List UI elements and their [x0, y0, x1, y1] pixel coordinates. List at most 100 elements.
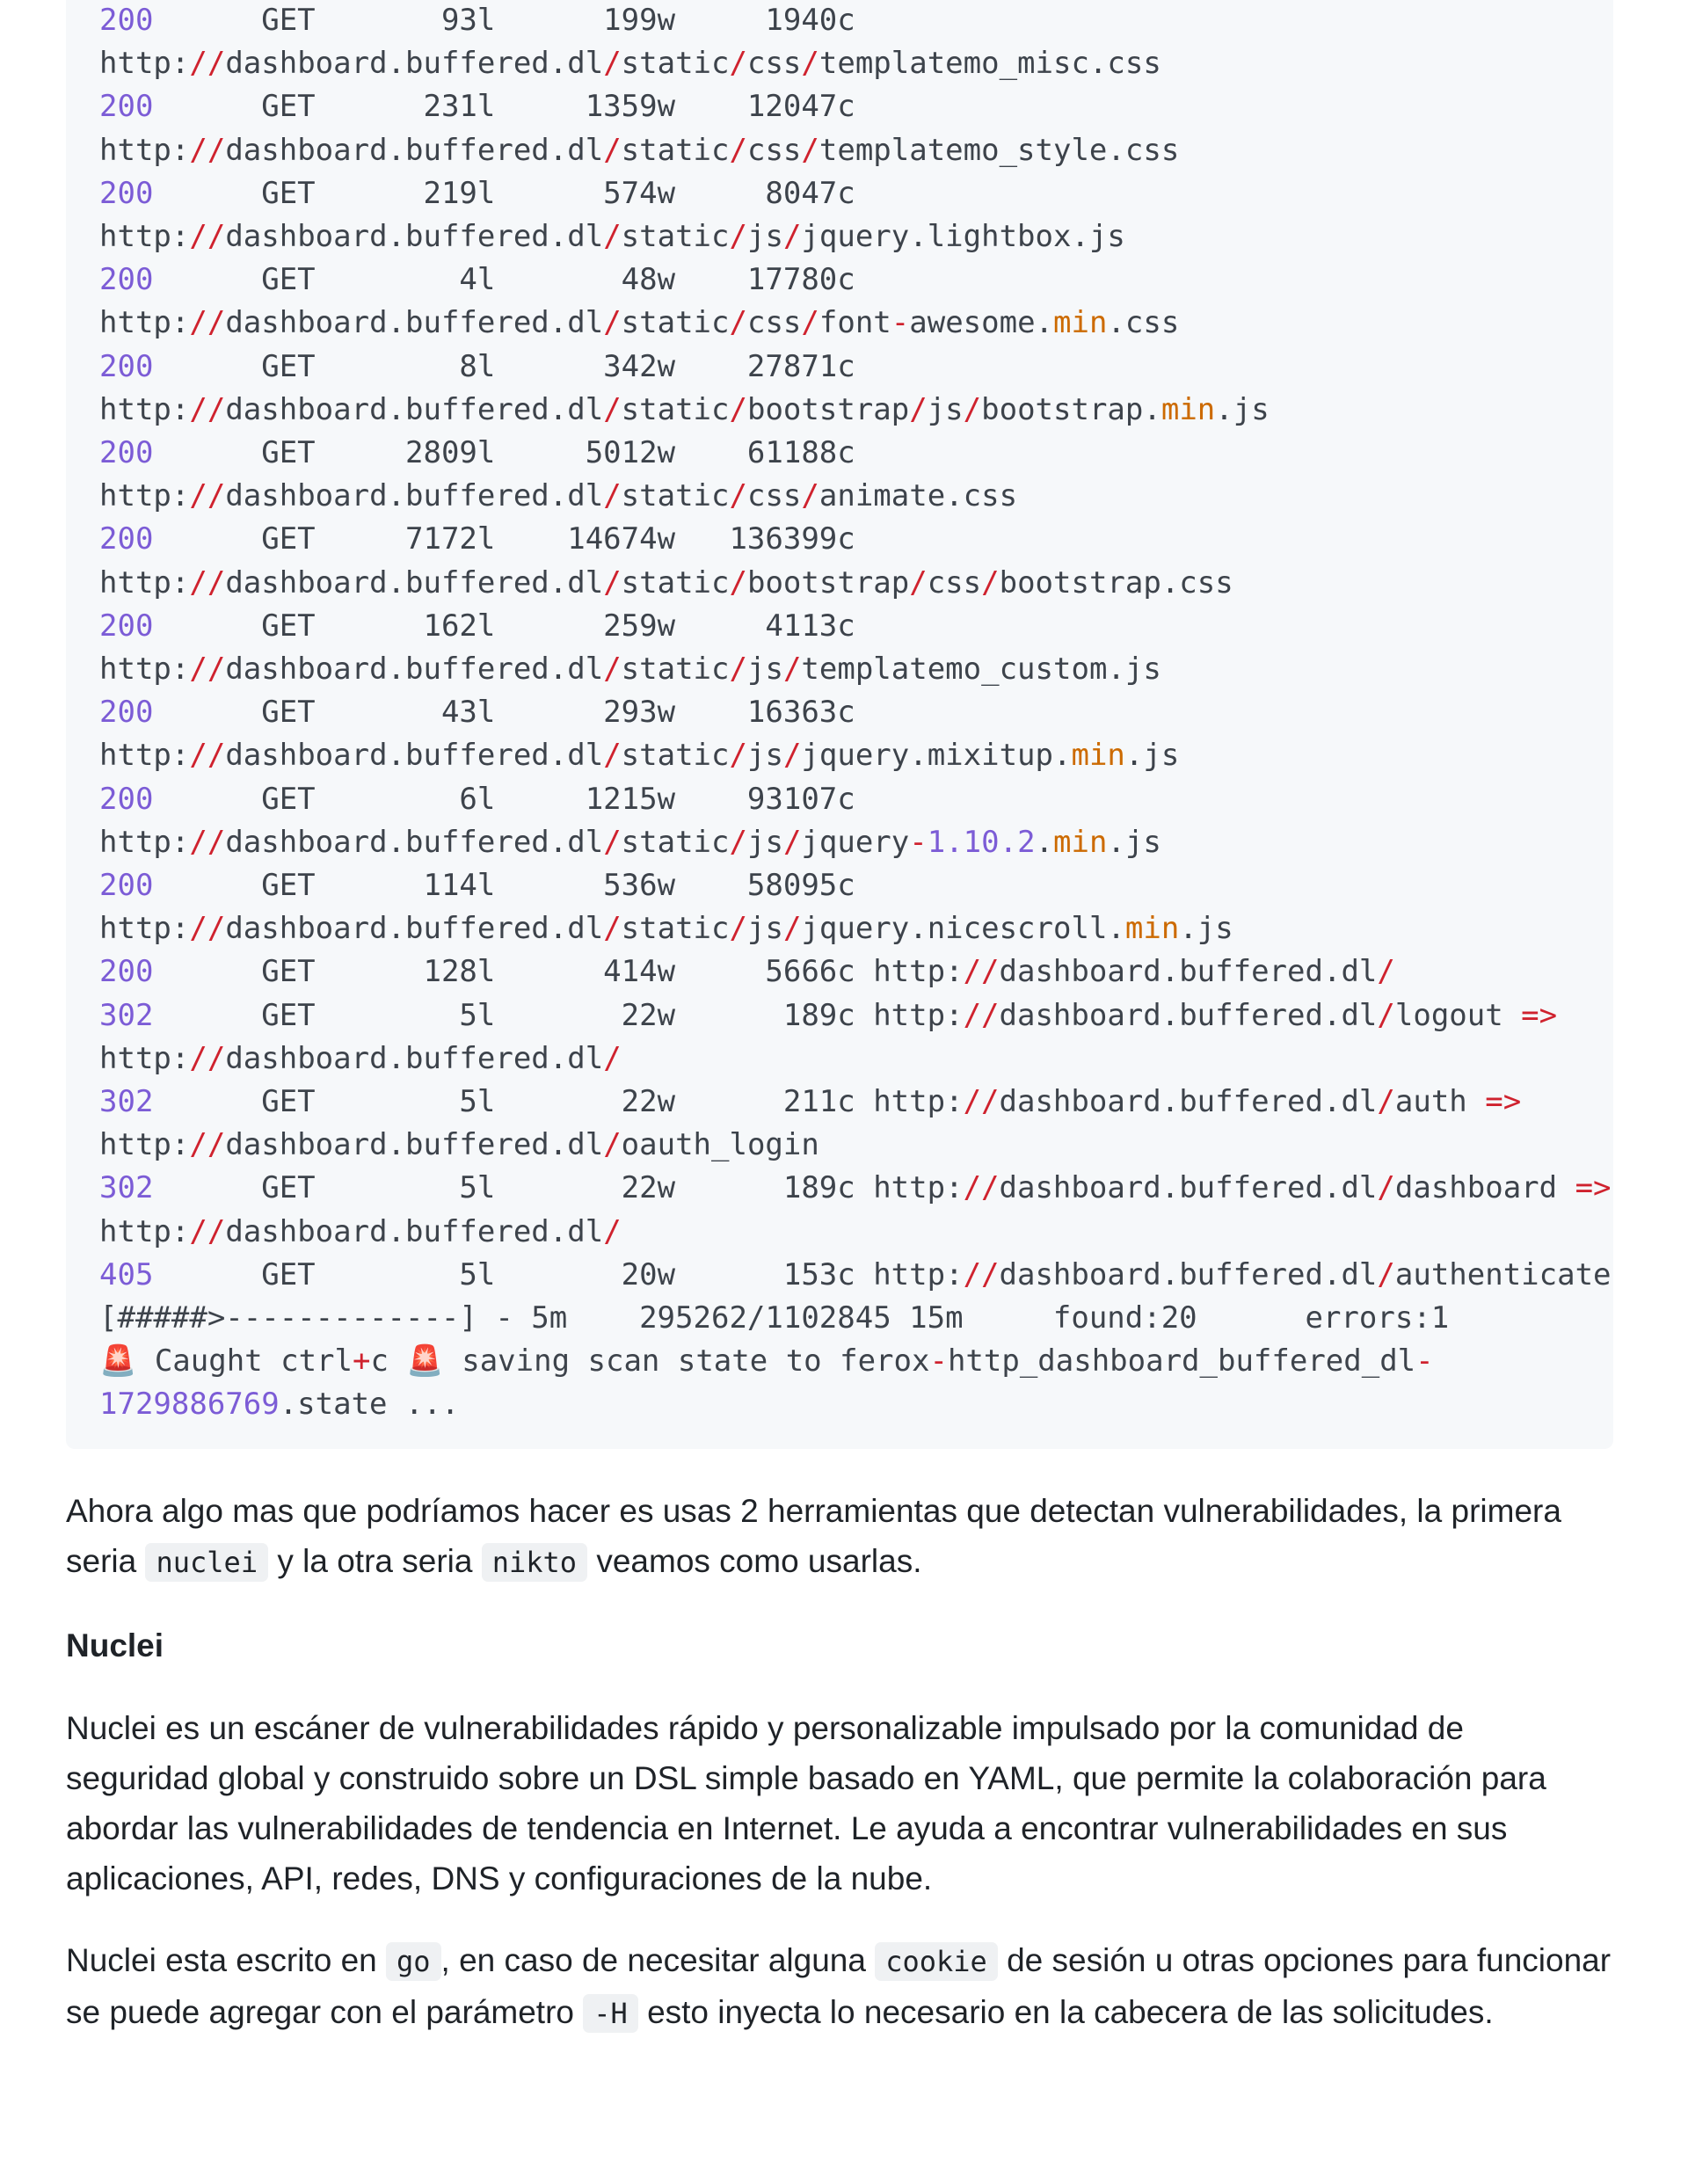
- terminal-token: 200: [99, 175, 154, 211]
- terminal-token: dashboard.buffered.dl: [225, 738, 604, 774]
- terminal-token: //: [189, 824, 226, 860]
- terminal-line: http://dashboard.buffered.dl/static/boot…: [99, 392, 1270, 427]
- terminal-token: =>: [1575, 1170, 1612, 1206]
- terminal-token: dashboard.buffered.dl: [225, 219, 604, 254]
- terminal-token: /: [909, 391, 928, 427]
- terminal-token: GET 5l 22w 189c http:: [153, 1170, 964, 1206]
- terminal-token: dashboard.buffered.dl: [225, 652, 604, 687]
- terminal-token: .state ...: [279, 1387, 460, 1423]
- terminal-token: //: [189, 391, 226, 427]
- inline-code-go: go: [386, 1942, 441, 1981]
- terminal-token: .js: [1124, 738, 1180, 774]
- terminal-line: 302 GET 5l 22w 189c http://dashboard.buf…: [99, 998, 1557, 1033]
- terminal-token: .css: [1107, 305, 1180, 341]
- terminal-token: font: [819, 305, 891, 341]
- terminal-token: dashboard.buffered.dl: [225, 1040, 604, 1076]
- terminal-line: http://dashboard.buffered.dl/static/js/t…: [99, 652, 1161, 687]
- terminal-token: GET 2809l 5012w 61188c: [153, 435, 855, 470]
- terminal-token: GET 128l 414w 5666c http:: [153, 954, 964, 990]
- terminal-line: [#####>-------------] - 5m 295262/110284…: [99, 1300, 1449, 1336]
- terminal-line: 405 GET 5l 20w 153c http://dashboard.buf…: [99, 1257, 1612, 1292]
- terminal-line: http://dashboard.buffered.dl/static/css/…: [99, 46, 1161, 81]
- terminal-token: /: [603, 478, 622, 514]
- terminal-token: =>: [1485, 1084, 1522, 1119]
- terminal-token: authenticate: [1394, 1256, 1612, 1292]
- terminal-token: bootstrap: [746, 391, 910, 427]
- terminal-token: /: [782, 219, 802, 254]
- terminal-token: /: [1377, 997, 1395, 1033]
- terminal-token: static: [621, 132, 730, 168]
- terminal-line: 200 GET 8l 342w 27871c: [99, 349, 855, 384]
- terminal-token: 200: [99, 3, 154, 38]
- terminal-token: dashboard.buffered.dl: [225, 1127, 604, 1163]
- inline-code-nuclei: nuclei: [145, 1543, 269, 1582]
- terminal-token: bootstrap.: [981, 391, 1161, 427]
- terminal-token: js: [746, 824, 783, 860]
- terminal-token: static: [621, 46, 730, 82]
- terminal-token: css: [927, 564, 982, 601]
- terminal-line: 200 GET 43l 293w 16363c: [99, 695, 855, 730]
- terminal-token: 200: [99, 89, 154, 125]
- terminal-line: 200 GET 231l 1359w 12047c: [99, 89, 855, 124]
- terminal-token: dashboard.buffered.dl: [225, 46, 604, 82]
- terminal-token: =>: [1521, 997, 1558, 1033]
- terminal-token: //: [189, 219, 226, 254]
- terminal-token: GET 5l 20w 153c http:: [153, 1256, 964, 1292]
- terminal-token: GET 93l 199w 1940c: [153, 3, 855, 38]
- terminal-line: 200 GET 114l 536w 58095c: [99, 868, 855, 903]
- terminal-token: /: [909, 564, 928, 601]
- terminal-line: 200 GET 162l 259w 4113c: [99, 608, 855, 644]
- terminal-line: 302 GET 5l 22w 211c http://dashboard.buf…: [99, 1084, 1521, 1119]
- terminal-token: //: [189, 132, 226, 168]
- terminal-token: dashboard.buffered.dl: [999, 1170, 1378, 1206]
- terminal-token: static: [621, 564, 730, 601]
- inline-code-nikto: nikto: [481, 1543, 588, 1582]
- terminal-line: http://dashboard.buffered.dl/static/js/j…: [99, 219, 1125, 254]
- terminal-token: //: [963, 1084, 1000, 1119]
- terminal-token: 200: [99, 868, 154, 903]
- terminal-token: 302: [99, 1170, 154, 1206]
- terminal-token: min: [1053, 305, 1108, 341]
- terminal-line: 200 GET 128l 414w 5666c http://dashboard…: [99, 954, 1395, 989]
- terminal-token: http:: [99, 1213, 190, 1249]
- terminal-token: /: [603, 305, 622, 341]
- terminal-token: GET 5l 22w 189c http:: [153, 997, 964, 1033]
- nuclei-usage-paragraph: Nuclei esta escrito en go, en caso de ne…: [66, 1935, 1613, 2039]
- terminal-token: css: [746, 305, 802, 341]
- usage-text-1: Nuclei esta escrito en: [66, 1942, 387, 1978]
- terminal-token: min: [1124, 911, 1180, 947]
- terminal-token: GET 114l 536w 58095c: [153, 868, 855, 903]
- terminal-token: dashboard.buffered.dl: [225, 391, 604, 427]
- inline-code-cookie: cookie: [875, 1942, 998, 1981]
- terminal-token: 1.10.2: [927, 824, 1036, 860]
- terminal-token: 405: [99, 1256, 154, 1292]
- intro-paragraph: Ahora algo mas que podríamos hacer es us…: [66, 1486, 1613, 1588]
- terminal-token: /: [729, 46, 747, 82]
- terminal-token: dashboard.buffered.dl: [225, 824, 604, 860]
- terminal-token: /: [729, 824, 747, 860]
- terminal-token: -: [891, 305, 910, 341]
- terminal-token: logout: [1394, 997, 1522, 1033]
- terminal-token: /: [729, 911, 747, 947]
- terminal-token: .js: [1179, 911, 1233, 947]
- terminal-token: /: [782, 824, 802, 860]
- terminal-line: http://dashboard.buffered.dl/static/js/j…: [99, 825, 1161, 860]
- terminal-token: [#####>-------------] - 5m 295262/110284…: [99, 1300, 1450, 1336]
- terminal-token: dashboard.buffered.dl: [999, 954, 1378, 990]
- terminal-token: -: [1415, 1343, 1434, 1380]
- terminal-token: /: [729, 564, 747, 601]
- intro-text-end: veamos como usarlas.: [587, 1543, 922, 1579]
- terminal-token: GET 231l 1359w 12047c: [153, 89, 855, 125]
- terminal-token: /: [603, 132, 622, 168]
- terminal-token: dashboard.buffered.dl: [225, 564, 604, 601]
- terminal-token: dashboard.buffered.dl: [225, 132, 604, 168]
- terminal-token: js: [746, 911, 783, 947]
- terminal-token: http:: [99, 219, 190, 254]
- terminal-token: templatemo_misc.css: [819, 46, 1161, 82]
- terminal-token: /: [603, 1127, 622, 1163]
- terminal-token: dashboard.buffered.dl: [225, 1213, 604, 1249]
- terminal-token: awesome.: [909, 305, 1054, 341]
- terminal-token: //: [963, 1256, 1000, 1292]
- terminal-token: min: [1053, 824, 1108, 860]
- terminal-token: /: [981, 564, 1000, 601]
